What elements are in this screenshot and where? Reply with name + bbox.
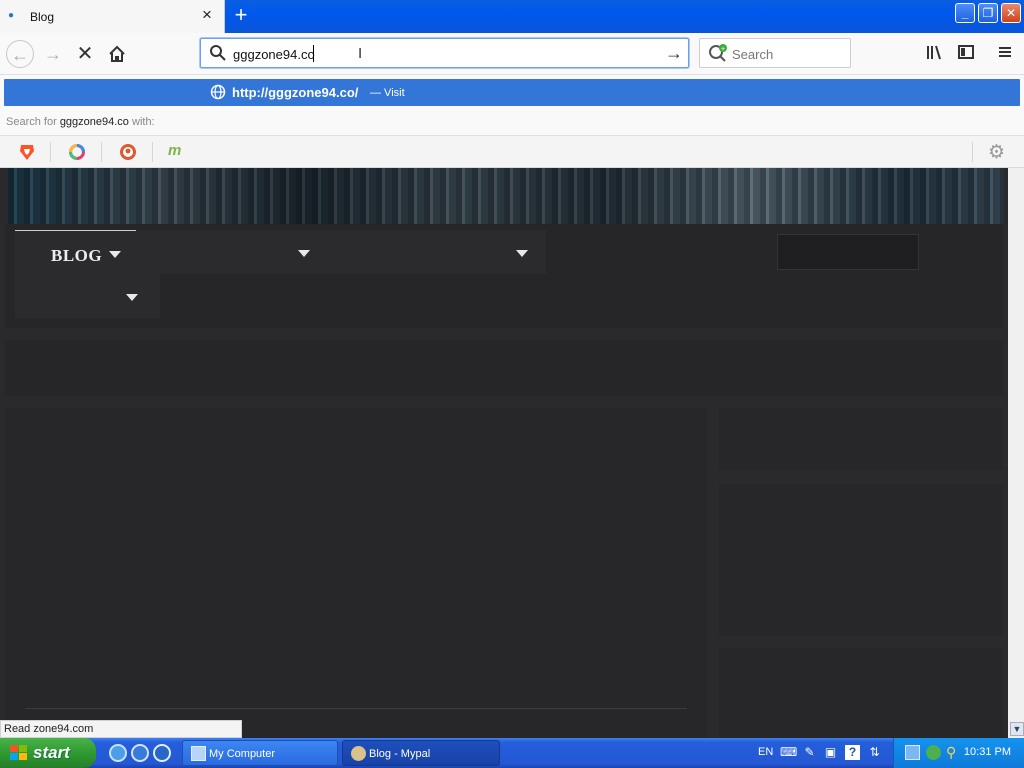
tablet-icon[interactable]: ▣ [823,745,838,760]
engine-separator [50,142,51,162]
globe-icon [210,84,226,100]
suggestion-url: http://gggzone94.co/ [232,85,359,100]
scroll-down-icon[interactable]: ▼ [1010,722,1024,736]
nav-item-3[interactable] [326,230,546,274]
help-icon[interactable]: ? [845,745,860,760]
qwant-icon[interactable] [66,141,88,163]
search-for-label: Search for gggzone94.co with: [6,116,155,128]
clock[interactable]: 10:31 PM [964,746,1011,758]
chevron-down-icon [298,250,310,257]
forward-button[interactable]: → [39,40,67,68]
search-for-query: gggzone94.co [59,116,129,128]
taskbar: start My Computer Blog - Mypal EN ⌨ ✎ ▣ … [0,738,1024,768]
windows-logo-icon [10,745,27,760]
suggestion-row[interactable]: http://gggzone94.co/ — Visit [4,79,1020,106]
pen-icon[interactable]: ✎ [802,745,817,760]
task-blog-mypal[interactable]: Blog - Mypal [342,740,500,766]
url-input[interactable]: gggzone94.co [233,47,315,62]
web-page: BLOG [0,168,1008,738]
tab-blog[interactable]: ● Blog × [0,0,225,33]
sidebar-widget [719,484,1003,635]
search-box[interactable]: + Search [699,38,851,68]
engine-separator [972,142,973,162]
task-label: My Computer [209,748,276,760]
network-icon[interactable] [905,745,920,760]
restore-icon[interactable]: ⇅ [867,745,882,760]
title-bar: ● Blog × + _ ❐ ✕ [0,0,1024,33]
start-label: start [33,743,70,762]
minimize-button[interactable]: _ [955,3,975,23]
back-button[interactable]: ← [6,40,34,68]
task-my-computer[interactable]: My Computer [182,740,338,766]
mojeek-icon[interactable]: m [168,141,190,163]
search-placeholder: Search [732,47,774,62]
nav-item-label: BLOG [51,246,103,265]
nav-item-2[interactable] [136,230,326,274]
chevron-down-icon [109,251,121,258]
content-strip [5,340,1003,396]
go-arrow-icon[interactable]: → [665,43,683,64]
sidebar-icon[interactable] [956,43,976,63]
security-icon[interactable] [926,745,941,760]
search-tray-icon[interactable]: ⚲ [946,745,961,760]
mypal-icon [351,746,366,761]
site-banner [8,168,1004,224]
search-engines-row: m ⚙ [0,135,1024,168]
page-scrollbar[interactable]: ▼ [1008,168,1024,738]
gear-icon[interactable]: ⚙ [988,141,1005,164]
engine-separator [152,142,153,162]
nav-item-4[interactable] [15,274,160,318]
tab-close-icon[interactable]: × [199,6,215,23]
media-player-icon[interactable] [153,744,171,762]
status-text: Read zone94.com [4,723,94,735]
suggestion-action: — Visit [370,87,405,99]
sidebar-widget [719,648,1003,738]
ibeam-cursor-icon: I [358,45,363,62]
language-indicator[interactable]: EN [758,746,773,758]
text-caret [313,45,314,62]
tab-title: Blog [30,10,55,24]
chevron-down-icon [126,294,138,301]
home-icon [109,45,125,62]
url-dropdown: http://gggzone94.co/ — Visit Search for … [0,75,1024,135]
sidebar-widget [719,408,1003,470]
search-for-suffix: with: [132,116,155,128]
menu-icon[interactable] [995,43,1015,63]
nav-item-blog[interactable]: BLOG [15,230,136,274]
search-icon [210,45,226,61]
library-icon[interactable] [924,43,944,63]
stop-button[interactable]: ✕ [71,40,99,68]
svg-text:+: + [721,46,725,53]
loading-dot-icon: ● [8,10,15,21]
maximize-button[interactable]: ❐ [978,3,998,23]
computer-icon [191,746,206,761]
system-tray: ⚲ 10:31 PM [893,738,1024,768]
url-bar[interactable]: gggzone94.co → [200,38,689,68]
new-tab-button[interactable]: + [230,4,252,27]
internet-explorer-icon[interactable] [109,744,127,762]
task-label: Blog - Mypal [369,748,431,760]
start-button[interactable]: start [0,738,96,768]
divider [25,708,687,709]
nav-toolbar: ← → ✕ gggzone94.co → + Search [0,33,1024,75]
duckduckgo-icon[interactable] [117,141,139,163]
keyboard-icon[interactable]: ⌨ [780,745,797,760]
engine-separator [101,142,102,162]
site-search-input[interactable] [777,234,919,270]
status-bar: Read zone94.com [0,720,242,738]
outlook-express-icon[interactable] [131,744,149,762]
search-for-prefix: Search for [6,116,57,128]
home-button[interactable] [103,40,131,68]
brave-icon[interactable] [16,141,38,163]
main-content-panel [5,408,707,738]
chevron-down-icon [516,250,528,257]
search-engine-icon: + [709,44,727,62]
close-window-button[interactable]: ✕ [1001,3,1021,23]
